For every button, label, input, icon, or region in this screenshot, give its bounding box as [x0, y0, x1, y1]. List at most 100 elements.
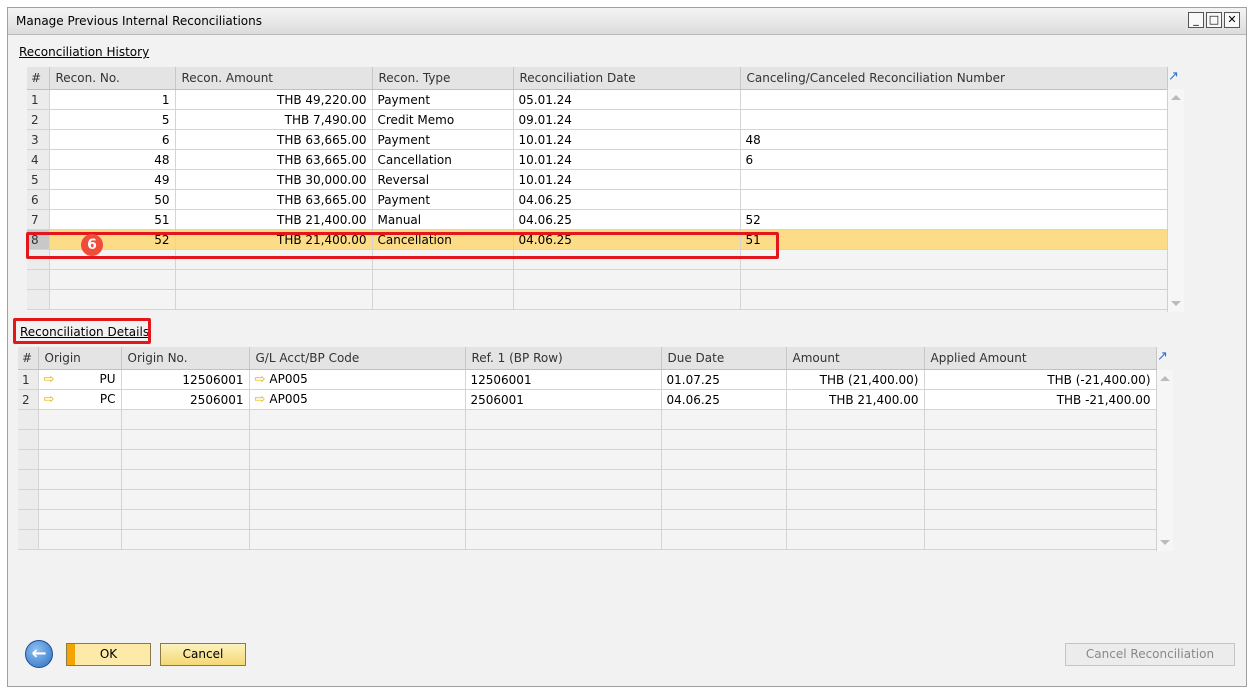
empty-cell	[249, 469, 466, 490]
cancel-button[interactable]: Cancel	[160, 643, 246, 666]
empty-cell	[249, 489, 466, 510]
empty-cell	[249, 409, 466, 430]
history-row[interactable]: 3 6 THB 63,665.00 Payment 10.01.24 48	[27, 129, 1168, 150]
reconciliation-history-title: Reconciliation History	[19, 45, 150, 59]
empty-row	[18, 469, 1157, 490]
empty-row	[27, 289, 1168, 310]
history-row[interactable]: 1 1 THB 49,220.00 Payment 05.01.24	[27, 89, 1168, 110]
details-column-header[interactable]: Due Date	[661, 347, 787, 370]
details-column-header[interactable]: Origin	[38, 347, 122, 370]
back-arrow-icon[interactable]: ←	[25, 640, 53, 668]
canceling-number-cell: 48	[740, 129, 1168, 150]
empty-cell	[786, 469, 925, 490]
empty-cell	[18, 429, 39, 450]
details-column-header[interactable]: Ref. 1 (BP Row)	[465, 347, 662, 370]
empty-cell	[786, 449, 925, 470]
empty-cell	[121, 489, 250, 510]
empty-cell	[38, 429, 122, 450]
origin-no-cell: 12506001	[121, 369, 250, 390]
maximize-icon[interactable]: □	[1206, 12, 1222, 28]
empty-cell	[740, 289, 1168, 310]
ok-button[interactable]: OK	[66, 643, 151, 666]
amount-cell: THB (21,400.00)	[786, 369, 925, 390]
recon-date-cell: 04.06.25	[513, 209, 741, 230]
details-row[interactable]: 2 ⇨ PC 2506001 ⇨ AP005 2506001 04.06.25 THB 21,4…	[18, 389, 1157, 410]
cancel-reconciliation-button[interactable]: Cancel Reconciliation	[1065, 643, 1235, 666]
details-column-header[interactable]: G/L Acct/BP Code	[249, 347, 466, 370]
origin-no-cell: 2506001	[121, 389, 250, 410]
empty-cell	[18, 509, 39, 530]
history-row[interactable]: 7 51 THB 21,400.00 Manual 04.06.25 52	[27, 209, 1168, 230]
recon-type-cell: Payment	[372, 89, 514, 110]
recon-type-cell: Cancellation	[372, 149, 514, 170]
history-scrollbar[interactable]	[1167, 89, 1184, 312]
empty-cell	[786, 529, 925, 550]
recon-type-cell: Payment	[372, 189, 514, 210]
empty-cell	[27, 289, 50, 310]
step-badge: 6	[81, 234, 103, 256]
link-arrow-icon[interactable]: ⇨	[255, 372, 266, 387]
details-scrollbar[interactable]	[1156, 370, 1173, 551]
empty-cell	[49, 289, 176, 310]
history-column-header[interactable]: Recon. Type	[372, 67, 514, 90]
recon-date-cell: 09.01.24	[513, 109, 741, 130]
history-column-header[interactable]: #	[27, 67, 50, 90]
history-row[interactable]: 6 50 THB 63,665.00 Payment 04.06.25	[27, 189, 1168, 210]
empty-cell	[175, 289, 373, 310]
empty-cell	[121, 449, 250, 470]
history-column-header[interactable]: Reconciliation Date	[513, 67, 741, 90]
empty-cell	[38, 509, 122, 530]
origin-text: PU	[99, 372, 116, 386]
recon-type-cell: Reversal	[372, 169, 514, 190]
canceling-number-cell	[740, 169, 1168, 190]
empty-cell	[38, 529, 122, 550]
recon-number-cell: 49	[49, 169, 176, 190]
expand-icon[interactable]: ↗	[1157, 350, 1171, 364]
empty-row	[18, 409, 1157, 430]
recon-number-cell: 5	[49, 109, 176, 130]
row-number: 4	[27, 149, 50, 170]
due-date-cell: 04.06.25	[661, 389, 787, 410]
empty-cell	[513, 269, 741, 290]
minimize-icon[interactable]: _	[1188, 12, 1204, 28]
details-row[interactable]: 1 ⇨ PU 12506001 ⇨ AP005 12506001 01.07.25 THB (2…	[18, 369, 1157, 390]
empty-cell	[924, 509, 1157, 530]
empty-cell	[18, 489, 39, 510]
link-arrow-icon[interactable]: ⇨	[44, 372, 55, 387]
empty-row	[27, 269, 1168, 290]
history-column-header[interactable]: Recon. No.	[49, 67, 176, 90]
empty-cell	[465, 529, 662, 550]
recon-type-cell: Payment	[372, 129, 514, 150]
details-column-header[interactable]: #	[18, 347, 39, 370]
ref-cell: 12506001	[465, 369, 662, 390]
link-arrow-icon[interactable]: ⇨	[44, 392, 55, 407]
ref-cell: 2506001	[465, 389, 662, 410]
history-row[interactable]: 4 48 THB 63,665.00 Cancellation 10.01.24 6	[27, 149, 1168, 170]
empty-cell	[661, 449, 787, 470]
empty-cell	[372, 289, 514, 310]
empty-cell	[786, 409, 925, 430]
history-column-header[interactable]: Canceling/Canceled Reconciliation Number	[740, 67, 1168, 90]
close-icon[interactable]: ✕	[1224, 12, 1240, 28]
history-row[interactable]: 5 49 THB 30,000.00 Reversal 10.01.24	[27, 169, 1168, 190]
empty-cell	[924, 409, 1157, 430]
canceling-number-cell	[740, 189, 1168, 210]
details-column-header[interactable]: Origin No.	[121, 347, 250, 370]
expand-icon[interactable]: ↗	[1168, 70, 1182, 84]
history-row[interactable]: 2 5 THB 7,490.00 Credit Memo 09.01.24	[27, 109, 1168, 130]
origin-cell: ⇨ PC	[38, 389, 122, 410]
history-column-header[interactable]: Recon. Amount	[175, 67, 373, 90]
empty-cell	[121, 429, 250, 450]
empty-row	[18, 449, 1157, 470]
empty-cell	[121, 509, 250, 530]
link-arrow-icon[interactable]: ⇨	[255, 392, 266, 407]
gl-code-cell: ⇨ AP005	[249, 389, 466, 410]
details-column-header[interactable]: Applied Amount	[924, 347, 1157, 370]
row-number: 7	[27, 209, 50, 230]
details-column-header[interactable]: Amount	[786, 347, 925, 370]
canceling-number-cell: 51	[740, 229, 1168, 250]
row-number: 2	[18, 389, 39, 410]
empty-cell	[740, 249, 1168, 270]
recon-date-cell: 10.01.24	[513, 129, 741, 150]
recon-date-cell: 10.01.24	[513, 149, 741, 170]
